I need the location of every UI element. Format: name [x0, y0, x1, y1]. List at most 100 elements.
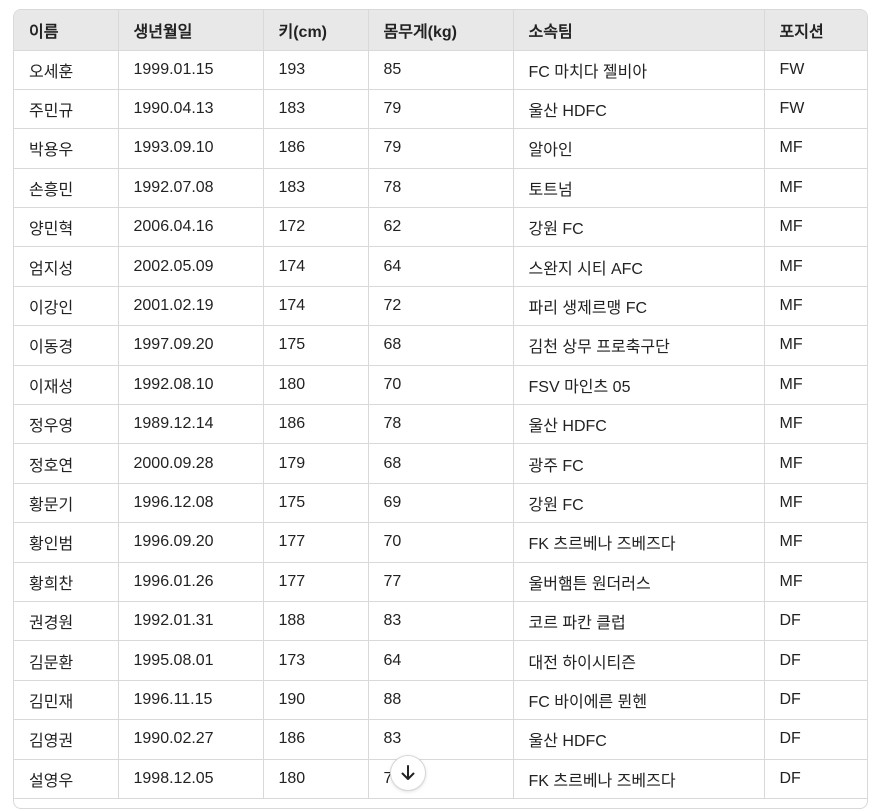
scroll-down-button[interactable] [390, 755, 426, 791]
cell-weight: 78 [368, 168, 514, 209]
cell-position: DF [764, 640, 867, 681]
cell-height: 186 [263, 719, 369, 760]
cell-name: 황문기 [14, 483, 119, 524]
cell-height: 180 [263, 365, 369, 406]
cell-birthdate: 2002.05.09 [118, 246, 264, 287]
cell-position: MF [764, 128, 867, 169]
cell-name: 이동경 [14, 325, 119, 366]
cell-name: 정호연 [14, 443, 119, 484]
cell-team: 울산 HDFC [513, 404, 765, 445]
cell-team: 강원 FC [513, 207, 765, 248]
cell-weight: 85 [368, 50, 514, 90]
cell-birthdate: 1992.07.08 [118, 168, 264, 209]
cell-weight: 62 [368, 207, 514, 248]
table-row: 주민규 1990.04.13 183 79 울산 HDFC FW [14, 89, 867, 130]
cell-weight: 64 [368, 246, 514, 287]
cell-position: MF [764, 246, 867, 287]
cell-birthdate: 1990.02.27 [118, 719, 264, 760]
cell-height: 190 [263, 680, 369, 721]
cell-name: 김문환 [14, 640, 119, 681]
cell-weight: 79 [368, 89, 514, 130]
header-weight: 몸무게(kg) [368, 10, 514, 51]
table-row: 김문환 1995.08.01 173 64 대전 하이시티즌 DF [14, 640, 867, 681]
cell-name: 주민규 [14, 89, 119, 130]
cell-birthdate: 1989.12.14 [118, 404, 264, 445]
cell-name: 김영권 [14, 719, 119, 760]
cell-weight: 79 [368, 128, 514, 169]
table-header-row: 이름 생년월일 키(cm) 몸무게(kg) 소속팀 포지션 [14, 10, 867, 51]
cell-height: 177 [263, 562, 369, 602]
table-row: 김민재 1996.11.15 190 88 FC 바이에른 뮌헨 DF [14, 680, 867, 721]
table-body: 오세훈 1999.01.15 193 85 FC 마치다 젤비아 FW 주민규 1990.04… [14, 50, 867, 799]
cell-weight: 70 [368, 365, 514, 406]
cell-weight: 72 [368, 286, 514, 327]
cell-name: 김민재 [14, 680, 119, 721]
cell-team: FK 츠르베나 즈베즈다 [513, 522, 765, 563]
cell-position: MF [764, 325, 867, 366]
cell-position: DF [764, 601, 867, 642]
cell-weight: 68 [368, 325, 514, 366]
cell-team: FC 바이에른 뮌헨 [513, 680, 765, 721]
cell-weight: 7 [368, 759, 514, 799]
cell-height: 179 [263, 443, 369, 484]
table-row: 황문기 1996.12.08 175 69 강원 FC MF [14, 483, 867, 524]
cell-birthdate: 2006.04.16 [118, 207, 264, 248]
table-row: 정우영 1989.12.14 186 78 울산 HDFC MF [14, 404, 867, 445]
cell-team: 울산 HDFC [513, 89, 765, 130]
cell-position: MF [764, 522, 867, 563]
cell-height: 177 [263, 522, 369, 563]
cell-weight: 88 [368, 680, 514, 721]
cell-name: 이강인 [14, 286, 119, 327]
cell-name: 이재성 [14, 365, 119, 406]
cell-birthdate: 2000.09.28 [118, 443, 264, 484]
cell-name: 손흥민 [14, 168, 119, 209]
cell-height: 188 [263, 601, 369, 642]
cell-height: 193 [263, 50, 369, 90]
cell-weight: 78 [368, 404, 514, 445]
table-row: 박용우 1993.09.10 186 79 알아인 MF [14, 128, 867, 169]
table-row: 설영우 1998.12.05 180 7 FK 츠르베나 즈베즈다 DF [14, 759, 867, 799]
cell-position: MF [764, 286, 867, 327]
cell-weight: 64 [368, 640, 514, 681]
table-row: 이재성 1992.08.10 180 70 FSV 마인츠 05 MF [14, 365, 867, 406]
cell-name: 오세훈 [14, 50, 119, 90]
cell-height: 174 [263, 246, 369, 287]
cell-team: 코르 파칸 클럽 [513, 601, 765, 642]
cell-position: MF [764, 168, 867, 209]
cell-height: 180 [263, 759, 369, 799]
cell-position: MF [764, 404, 867, 445]
cell-position: MF [764, 207, 867, 248]
cell-position: MF [764, 443, 867, 484]
table-row: 김영권 1990.02.27 186 83 울산 HDFC DF [14, 719, 867, 760]
cell-name: 양민혁 [14, 207, 119, 248]
cell-name: 황희찬 [14, 562, 119, 602]
cell-team: 김천 상무 프로축구단 [513, 325, 765, 366]
cell-position: DF [764, 759, 867, 799]
cell-position: FW [764, 89, 867, 130]
cell-team: FC 마치다 젤비아 [513, 50, 765, 90]
cell-weight: 68 [368, 443, 514, 484]
cell-birthdate: 1996.11.15 [118, 680, 264, 721]
cell-height: 186 [263, 128, 369, 169]
cell-team: 알아인 [513, 128, 765, 169]
header-team: 소속팀 [513, 10, 765, 51]
arrow-down-icon [400, 764, 416, 782]
cell-team: 강원 FC [513, 483, 765, 524]
table-row: 손흥민 1992.07.08 183 78 토트넘 MF [14, 168, 867, 209]
table-row: 오세훈 1999.01.15 193 85 FC 마치다 젤비아 FW [14, 50, 867, 90]
cell-height: 183 [263, 89, 369, 130]
header-position: 포지션 [764, 10, 867, 51]
cell-position: DF [764, 719, 867, 760]
cell-weight: 83 [368, 719, 514, 760]
header-birthdate: 생년월일 [118, 10, 264, 51]
cell-weight: 83 [368, 601, 514, 642]
cell-birthdate: 1996.12.08 [118, 483, 264, 524]
cell-birthdate: 1992.08.10 [118, 365, 264, 406]
cell-team: FSV 마인츠 05 [513, 365, 765, 406]
table-row: 이강인 2001.02.19 174 72 파리 생제르맹 FC MF [14, 286, 867, 327]
player-table: 이름 생년월일 키(cm) 몸무게(kg) 소속팀 포지션 오세훈 1999.01… [14, 10, 867, 799]
cell-name: 설영우 [14, 759, 119, 799]
cell-position: MF [764, 562, 867, 602]
cell-birthdate: 1992.01.31 [118, 601, 264, 642]
cell-team: 스완지 시티 AFC [513, 246, 765, 287]
